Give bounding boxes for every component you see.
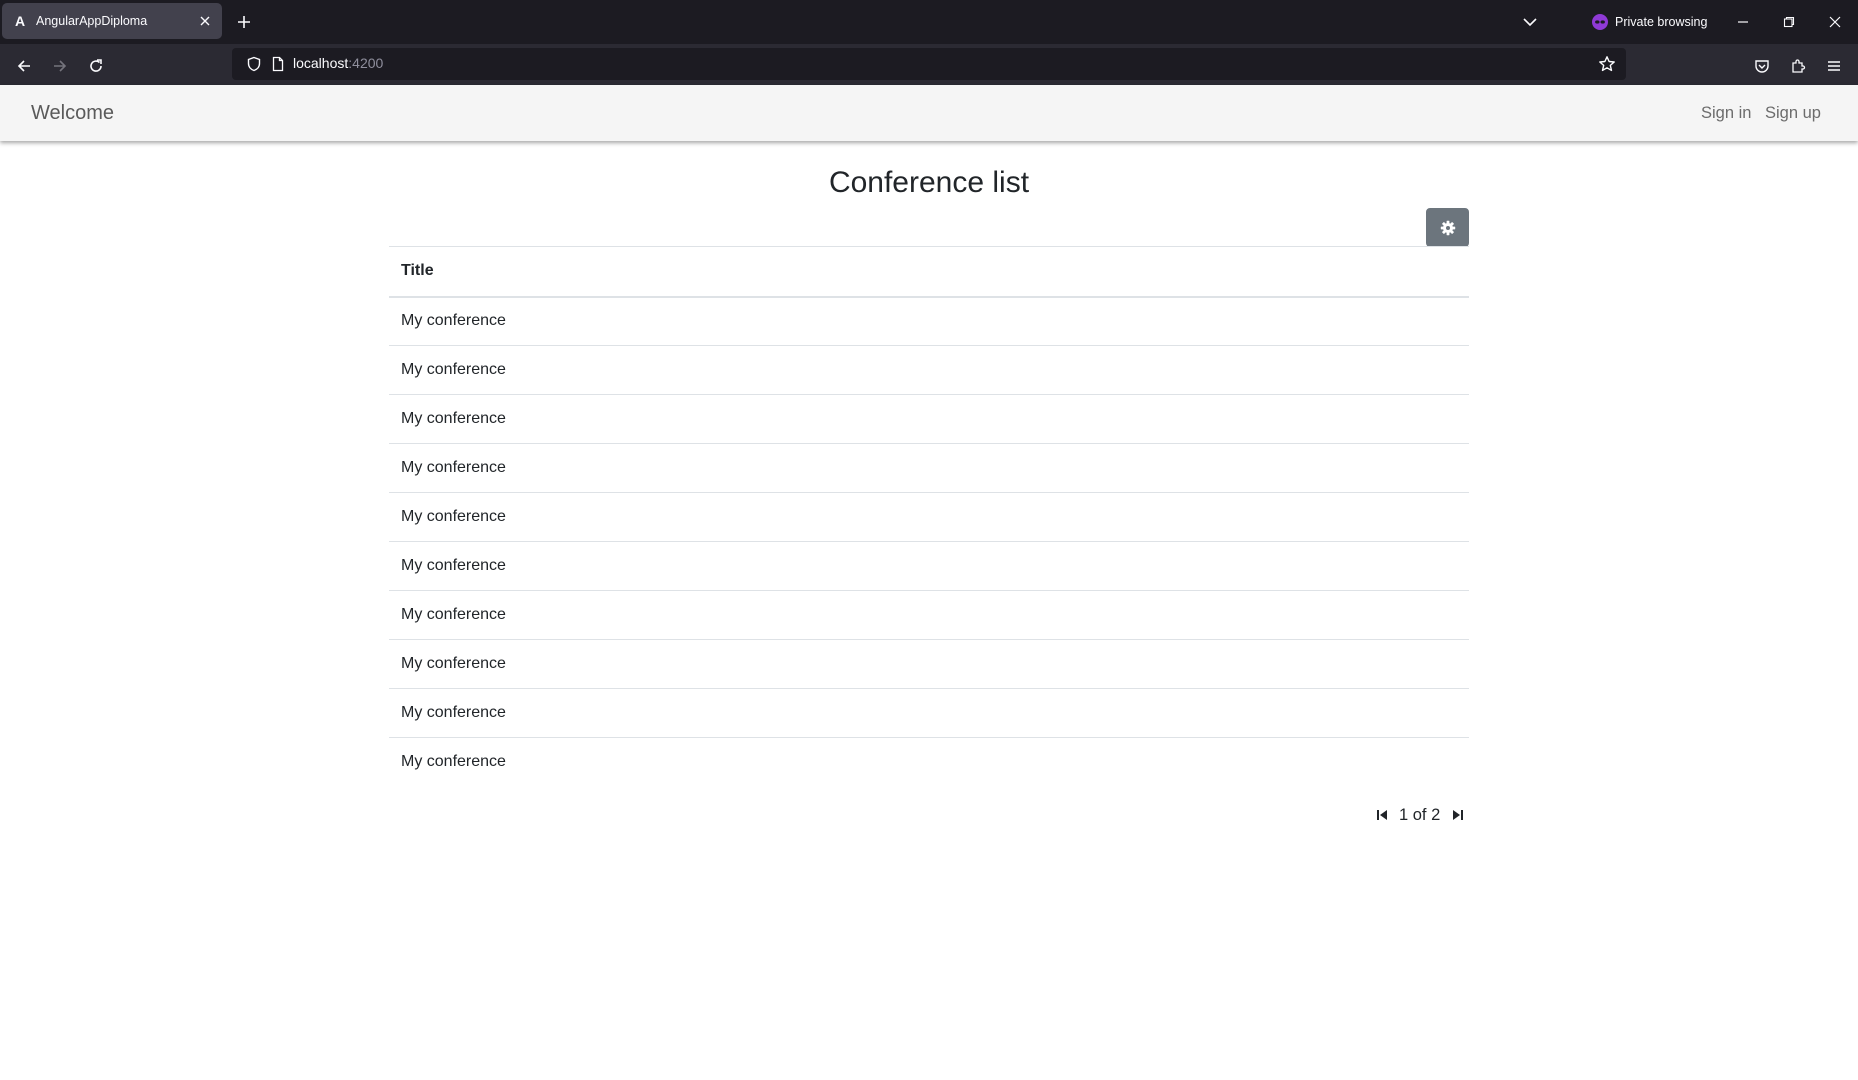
settings-button[interactable] [1426, 208, 1469, 247]
private-browsing-indicator: Private browsing [1592, 12, 1707, 32]
conference-title-cell[interactable]: My conference [389, 297, 1469, 346]
conference-table: Title My conference My conference My con… [389, 246, 1469, 787]
conference-title-cell[interactable]: My conference [389, 689, 1469, 738]
conference-title-cell[interactable]: My conference [389, 738, 1469, 787]
table-row[interactable]: My conference [389, 689, 1469, 738]
close-window-icon[interactable] [1820, 8, 1850, 36]
table-row[interactable]: My conference [389, 346, 1469, 395]
table-header-row: Title [389, 246, 1469, 297]
pocket-icon[interactable] [1748, 52, 1776, 80]
page-indicator: 1 of 2 [1399, 805, 1441, 824]
page-title: Conference list [828, 166, 1030, 199]
table-row[interactable]: My conference [389, 297, 1469, 346]
bookmark-star-icon[interactable] [1598, 55, 1616, 73]
back-icon[interactable] [10, 52, 38, 80]
reload-icon[interactable] [82, 52, 110, 80]
table-row[interactable]: My conference [389, 395, 1469, 444]
url-host: localhost [293, 55, 349, 71]
conference-title-cell[interactable]: My conference [389, 591, 1469, 640]
pagination: 1 of 2 [1374, 803, 1466, 827]
shield-icon[interactable] [246, 56, 262, 72]
tab-close-icon[interactable] [196, 12, 214, 30]
private-mask-icon [1592, 14, 1608, 30]
minimize-icon[interactable] [1728, 8, 1758, 36]
url-bar[interactable]: localhost:4200 [232, 48, 1626, 80]
conference-title-cell[interactable]: My conference [389, 444, 1469, 493]
conference-title-cell[interactable]: My conference [389, 640, 1469, 689]
private-browsing-label: Private browsing [1615, 15, 1708, 29]
brand-link[interactable]: Welcome [31, 102, 114, 125]
conference-title-cell[interactable]: My conference [389, 395, 1469, 444]
browser-tab-strip: A AngularAppDiploma Private browsing [0, 0, 1858, 44]
url-text[interactable]: localhost:4200 [293, 55, 383, 71]
sign-up-link[interactable]: Sign up [1765, 104, 1821, 123]
table-row[interactable]: My conference [389, 444, 1469, 493]
conference-title-cell[interactable]: My conference [389, 346, 1469, 395]
first-page-icon[interactable] [1374, 807, 1390, 823]
page-icon[interactable] [270, 56, 286, 72]
gear-icon [1440, 220, 1455, 235]
column-header-title[interactable]: Title [389, 247, 1469, 297]
new-tab-icon[interactable] [232, 10, 256, 34]
table-row[interactable]: My conference [389, 591, 1469, 640]
menu-icon[interactable] [1820, 52, 1848, 80]
table-row[interactable]: My conference [389, 640, 1469, 689]
tab-list-icon[interactable] [1518, 10, 1542, 34]
table-row[interactable]: My conference [389, 493, 1469, 542]
tab-title: AngularAppDiploma [36, 14, 148, 28]
sign-in-link[interactable]: Sign in [1701, 104, 1751, 123]
browser-tab[interactable]: A AngularAppDiploma [2, 3, 222, 39]
forward-icon[interactable] [46, 52, 74, 80]
table-row[interactable]: My conference [389, 542, 1469, 591]
extensions-icon[interactable] [1784, 52, 1812, 80]
angular-favicon-icon: A [14, 13, 26, 29]
restore-icon[interactable] [1774, 8, 1804, 36]
table-row[interactable]: My conference [389, 738, 1469, 787]
conference-title-cell[interactable]: My conference [389, 493, 1469, 542]
conference-title-cell[interactable]: My conference [389, 542, 1469, 591]
url-port: :4200 [348, 55, 384, 71]
app-navbar: Welcome Sign in Sign up [0, 85, 1858, 141]
last-page-icon[interactable] [1450, 807, 1466, 823]
